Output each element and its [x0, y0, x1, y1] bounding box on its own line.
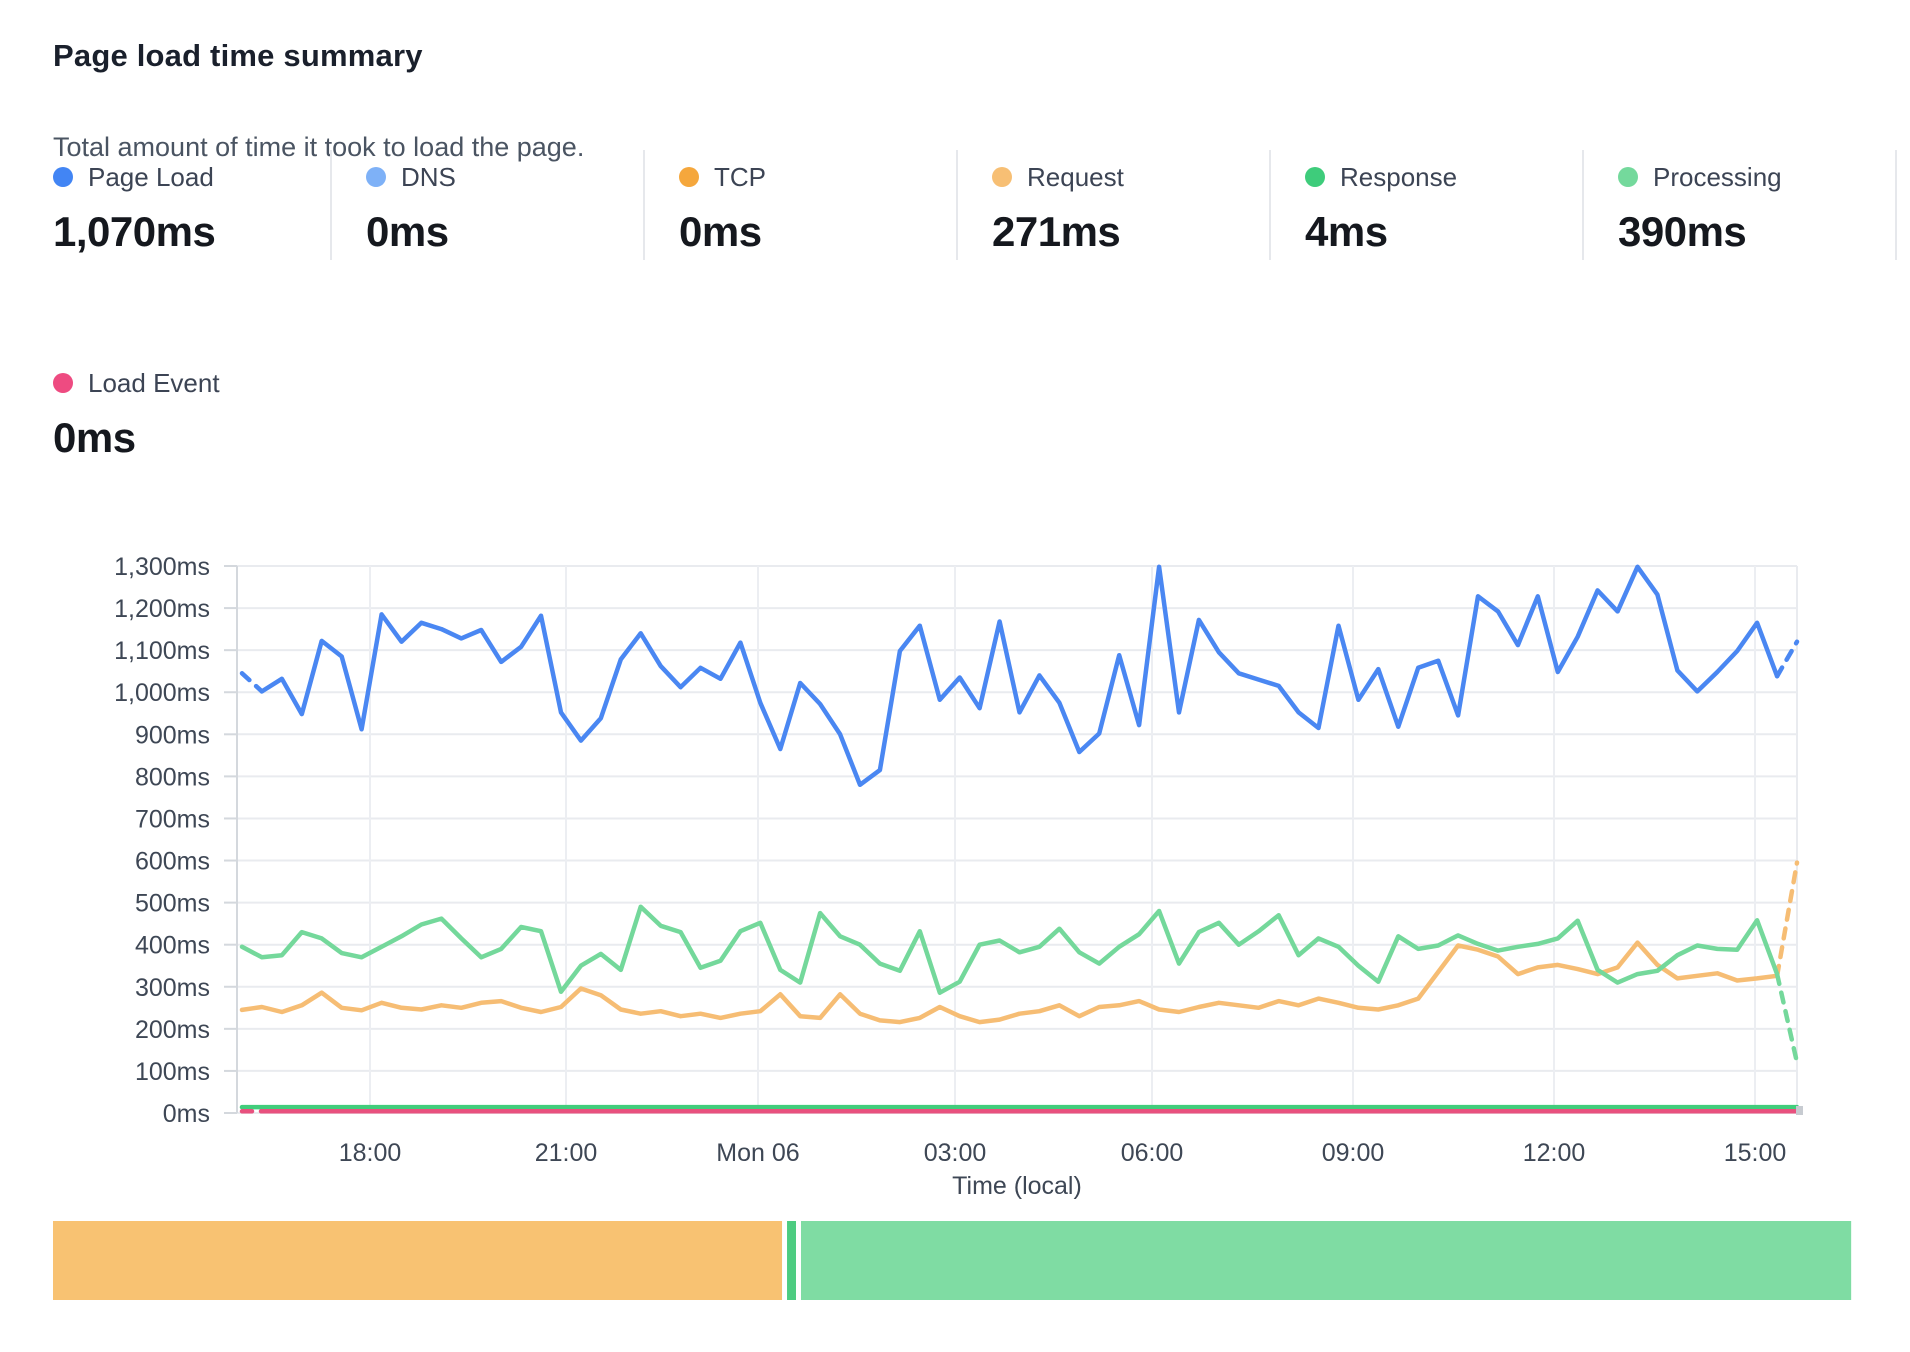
x-tick-label: 12:00	[1523, 1139, 1586, 1167]
y-tick-label: 400ms	[135, 932, 210, 960]
x-tick-label: 15:00	[1724, 1139, 1787, 1167]
y-tick-label: 600ms	[135, 848, 210, 876]
y-tick-label: 1,300ms	[114, 553, 210, 581]
timeline-bar-segment[interactable]	[801, 1221, 1851, 1300]
y-tick-label: 0ms	[163, 1100, 210, 1128]
y-tick-label: 500ms	[135, 890, 210, 918]
plot-area[interactable]	[237, 566, 1797, 1113]
y-tick-label: 1,200ms	[114, 595, 210, 623]
y-tick-label: 900ms	[135, 721, 210, 749]
x-tick-label: 18:00	[339, 1139, 402, 1167]
y-tick-label: 700ms	[135, 805, 210, 833]
x-tick-label: 21:00	[535, 1139, 598, 1167]
timeline-bar[interactable]	[53, 1221, 1851, 1300]
y-tick-label: 300ms	[135, 974, 210, 1002]
series-end-tick	[1796, 1106, 1803, 1115]
x-tick-label: 09:00	[1322, 1139, 1385, 1167]
x-tick-label: 03:00	[924, 1139, 987, 1167]
y-tick-label: 200ms	[135, 1016, 210, 1044]
x-tick-label: Mon 06	[716, 1139, 799, 1167]
timeline-bar-segment[interactable]	[787, 1221, 796, 1300]
y-tick-label: 1,100ms	[114, 637, 210, 665]
x-tick-label: 06:00	[1121, 1139, 1184, 1167]
page-load-summary-card: { "header": { "title": "Page load time s…	[0, 0, 1910, 1352]
y-tick-label: 100ms	[135, 1058, 210, 1086]
page-load-time-chart: 0ms 100ms 200ms 300ms 400ms 500ms 600ms 700ms 80…	[0, 0, 1910, 1352]
y-tick-label: 800ms	[135, 763, 210, 791]
timeline-bar-segment[interactable]	[53, 1221, 782, 1300]
y-tick-label: 1,000ms	[114, 679, 210, 707]
x-axis-title: Time (local)	[952, 1172, 1082, 1200]
